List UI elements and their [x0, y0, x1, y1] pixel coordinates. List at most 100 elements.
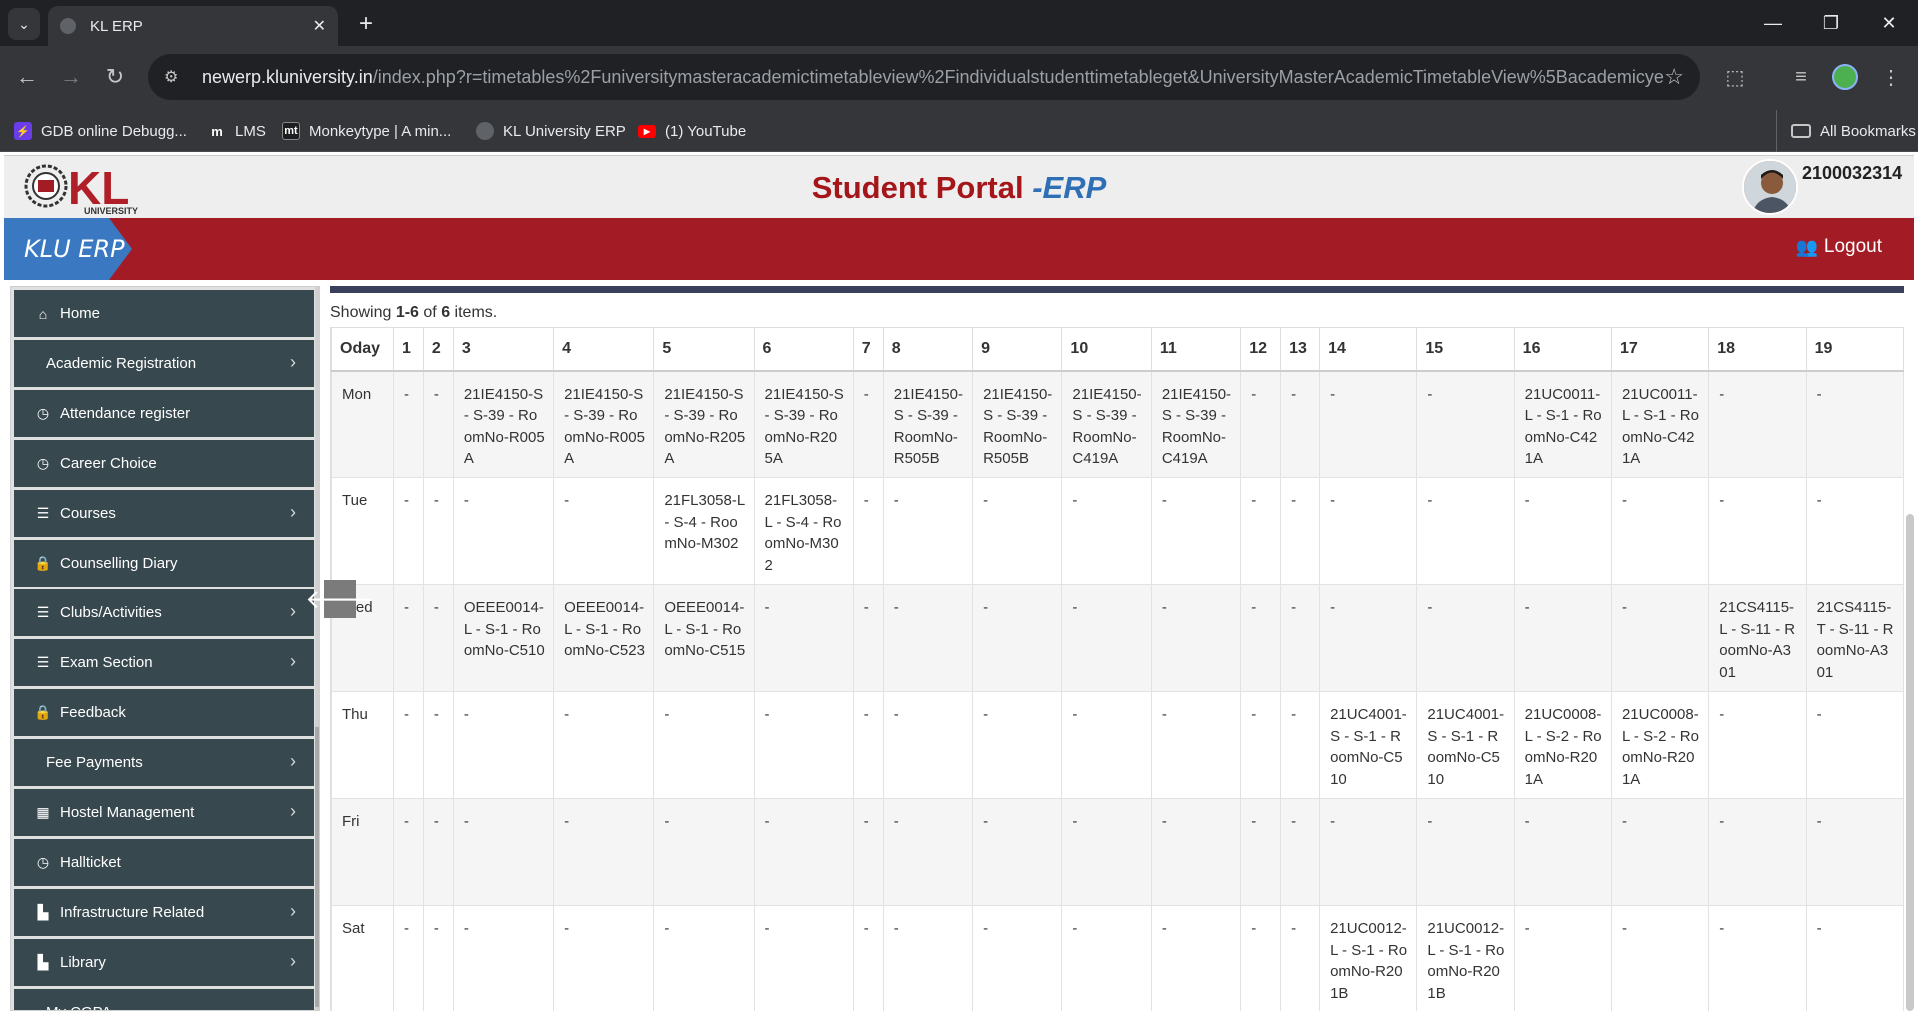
browser-menu-icon[interactable]: ⋮	[1874, 60, 1908, 94]
slot-cell: -	[1610, 584, 1710, 692]
bookmark-youtube[interactable]: ▶ (1) YouTube	[638, 110, 746, 152]
slot-cell: -	[972, 905, 1063, 1011]
restore-icon[interactable]: ❐	[1802, 0, 1860, 46]
sidebar-item-8[interactable]: 🔒 Feedback	[14, 689, 314, 737]
sidebar-item-label: Clubs/Activities	[60, 604, 162, 622]
sidebar-item-14[interactable]: My CGPA	[14, 988, 314, 1010]
sidebar-item-6[interactable]: ☰ Clubs/Activities ›	[14, 589, 314, 637]
sidebar-item-10[interactable]: ▦ Hostel Management ›	[14, 789, 314, 836]
slot-cell: 21CS4115-T - S-11 - RoomNo-A301	[1805, 584, 1905, 692]
extensions-icon[interactable]: ⬚	[1718, 60, 1752, 94]
slot-cell: -	[392, 798, 424, 906]
window-close-icon[interactable]: ✕	[1860, 0, 1918, 46]
media-controls-icon[interactable]: ≡	[1784, 60, 1818, 94]
bookmark-lms[interactable]: m LMS	[208, 110, 266, 152]
sidebar-item-9[interactable]: Fee Payments ›	[14, 739, 314, 787]
sidebar-item-13[interactable]: ▙ Library ›	[14, 938, 314, 986]
sidebar-item-0[interactable]: ⌂ Home	[14, 290, 314, 337]
sidebar-item-1[interactable]: Academic Registration ›	[14, 339, 314, 387]
bookmark-monkeytype[interactable]: mt Monkeytype | A min...	[282, 110, 451, 152]
clock-icon: ◷	[36, 404, 50, 421]
slot-cell: -	[1805, 905, 1905, 1011]
student-avatar[interactable]	[1742, 159, 1798, 215]
bookmark-star-icon[interactable]: ☆	[1664, 64, 1684, 90]
top-nav-bar: KLU ERP 👥 Logout	[4, 218, 1914, 280]
slot-cell: -	[1805, 370, 1905, 478]
sidebar-item-2[interactable]: ◷ Attendance register	[14, 389, 314, 437]
slot-cell: -	[1708, 691, 1807, 799]
day-cell: Tue	[331, 477, 394, 585]
slot-cell: -	[553, 691, 655, 799]
browser-tab[interactable]: KL ERP ✕	[48, 6, 338, 46]
sidebar-item-label: Library	[60, 953, 106, 971]
back-arrow-icon[interactable]: ←	[10, 60, 44, 94]
bookmark-kl-erp[interactable]: KL University ERP	[476, 110, 626, 152]
chevron-right-icon: ›	[290, 351, 296, 372]
slot-cell: -	[1061, 798, 1152, 906]
slot-cell: -	[1240, 370, 1282, 478]
logout-button[interactable]: 👥 Logout	[1795, 236, 1882, 258]
sidebar-item-label: Courses	[60, 504, 116, 522]
slot-cell: 21UC4001-S - S-1 - RoomNo-C510	[1416, 691, 1515, 799]
forward-arrow-icon[interactable]: →	[54, 60, 88, 94]
table-row: Thu - - - - - - - - - - - - -21UC4001-S - S-1 - RoomN…	[331, 691, 1905, 799]
address-url[interactable]: newerp.kluniversity.in/index.php?r=timet…	[188, 67, 1664, 88]
lms-icon: m	[211, 123, 223, 139]
slot-cell: -	[1319, 584, 1418, 692]
slot-cell: -	[653, 905, 755, 1011]
slot-cell: -	[1240, 905, 1282, 1011]
collapse-sidebar-arrow-icon[interactable]: 🡐	[305, 580, 375, 618]
column-header-slot: 10	[1061, 327, 1152, 372]
profile-avatar-icon[interactable]	[1832, 64, 1858, 90]
slot-cell: -	[1416, 477, 1515, 585]
slot-cell: -	[422, 691, 454, 799]
list-icon: ☰	[36, 604, 50, 621]
slot-cell: -	[882, 691, 974, 799]
slot-cell: OEEE0014-L - S-1 - RoomNo-C515	[653, 584, 755, 692]
slot-cell: -	[1061, 477, 1152, 585]
sidebar-item-4[interactable]: ☰ Courses ›	[14, 489, 314, 537]
new-tab-plus-icon[interactable]: +	[350, 8, 382, 40]
page-scrollbar[interactable]	[1906, 514, 1914, 1011]
sidebar-scrollbar[interactable]	[315, 287, 319, 1010]
all-bookmarks[interactable]: All Bookmarks	[1776, 110, 1916, 152]
sidebar-item-3[interactable]: ◷ Career Choice	[14, 439, 314, 487]
slot-cell: 21IE4150-S - S-39 - RoomNo-C419A	[1150, 370, 1242, 478]
youtube-icon: ▶	[638, 124, 656, 138]
sidebar-item-11[interactable]: ◷ Hallticket	[14, 838, 314, 886]
slot-cell: -	[1150, 691, 1242, 799]
slot-cell: 21IE4150-S - S-39 - RoomNo-R205A	[753, 370, 854, 478]
minimize-icon[interactable]: —	[1744, 0, 1802, 46]
slot-cell: 21FL3058-L - S-4 - RoomNo-M302	[753, 477, 854, 585]
tab-search-chevron-icon[interactable]: ⌄	[8, 8, 40, 40]
slot-cell: -	[1513, 584, 1612, 692]
sidebar-item-12[interactable]: ▙ Infrastructure Related ›	[14, 888, 314, 936]
tab-close-icon[interactable]: ✕	[313, 16, 326, 36]
lock-icon: 🔒	[34, 704, 52, 721]
reload-icon[interactable]: ↻	[98, 60, 132, 94]
sidebar-item-5[interactable]: 🔒 Counselling Diary	[14, 539, 314, 587]
address-bar[interactable]: ⚙ newerp.kluniversity.in/index.php?r=tim…	[148, 54, 1700, 100]
column-header-slot: 19	[1805, 327, 1905, 372]
slot-cell: -	[1416, 584, 1515, 692]
bookmarks-bar: ⚡ GDB online Debugg... m LMS mt Monkeyty…	[0, 110, 1918, 152]
globe-icon	[476, 122, 494, 140]
slot-cell: -	[753, 905, 854, 1011]
site-info-icon[interactable]: ⚙	[164, 67, 188, 87]
slot-cell: -	[422, 798, 454, 906]
sidebar-item-7[interactable]: ☰ Exam Section ›	[14, 639, 314, 687]
bookmark-gdb[interactable]: ⚡ GDB online Debugg...	[14, 110, 187, 152]
slot-cell: -	[1708, 798, 1807, 906]
sidebar-item-label: Exam Section	[60, 654, 153, 672]
klu-erp-brand[interactable]: KLU ERP	[4, 218, 132, 280]
table-row: Sat - - - - - - - - - - - - -21UC0012-L - S-1 - RoomN…	[331, 905, 1905, 1011]
column-header-slot: 8	[882, 327, 974, 372]
slot-cell: -	[1805, 477, 1905, 585]
chevron-right-icon: ›	[290, 601, 296, 622]
day-cell: Mon	[331, 370, 394, 478]
slot-cell: -	[392, 584, 424, 692]
slot-cell: -	[1708, 905, 1807, 1011]
slot-cell: -	[1061, 584, 1152, 692]
slot-cell: -	[852, 370, 884, 478]
slot-cell: -	[1150, 584, 1242, 692]
